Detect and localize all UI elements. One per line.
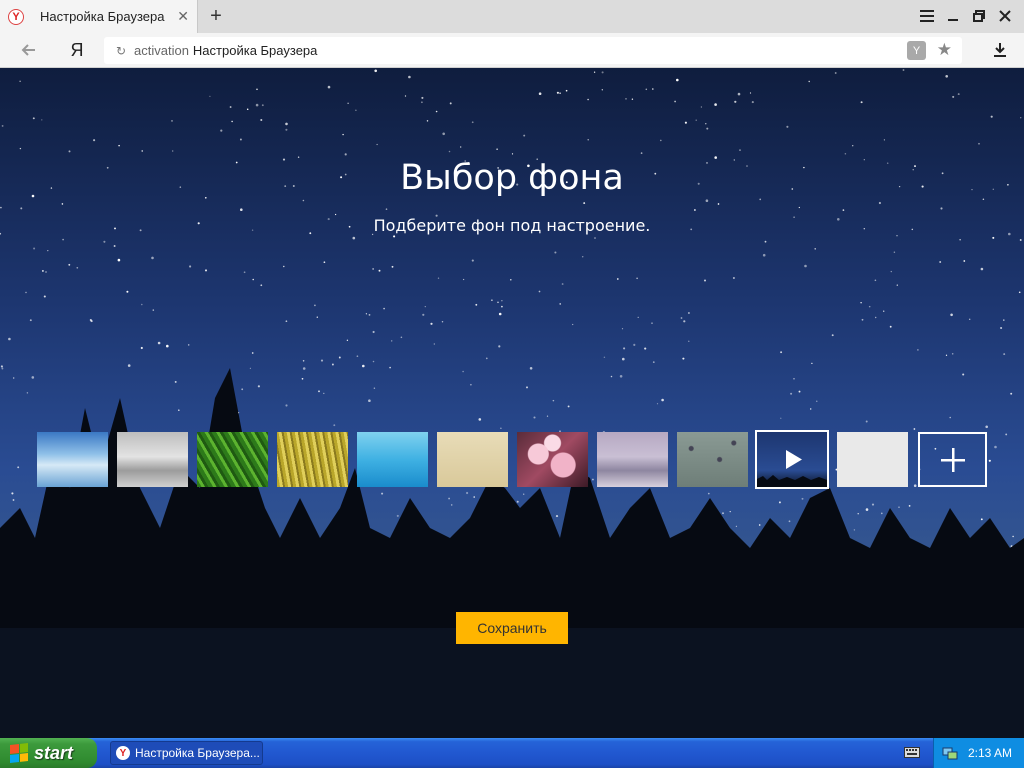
start-label: start [34,742,74,763]
add-custom-background-button[interactable] [918,432,987,487]
window-controls [914,4,1018,28]
thumbnail-fog[interactable] [117,432,188,487]
thumbnail-sky-clouds[interactable] [37,432,108,487]
thumbnail-blank-light[interactable] [837,432,908,487]
yandex-home-button[interactable]: Я [66,38,88,62]
thumbnail-green-grass[interactable] [197,432,268,487]
bookmark-star-icon[interactable]: ★ [937,40,952,60]
clock: 2:13 AM [968,746,1013,760]
new-tab-button[interactable]: + [205,3,227,29]
url-input[interactable]: ↻ activation Настройка Браузера Y ★ [104,37,962,64]
tab-active[interactable]: Y Настройка Браузера ✕ [0,0,198,33]
network-tray-icon[interactable] [942,745,958,761]
thumbnail-sand[interactable] [437,432,508,487]
restore-button[interactable] [966,4,992,28]
save-button[interactable]: Сохранить [456,612,568,644]
start-button[interactable]: start [0,738,97,768]
thumbnail-rain-drops[interactable] [677,432,748,487]
url-host: activation [134,43,189,58]
thumbnail-mountain[interactable] [597,432,668,487]
restore-icon [973,10,985,22]
minimize-icon [948,19,958,21]
reload-icon[interactable]: ↻ [114,44,128,58]
close-icon [999,10,1011,22]
taskbar-item-label: Настройка Браузера... [135,746,260,760]
thumbnail-cherry-blossom[interactable] [517,432,588,487]
download-icon [994,43,1006,57]
keyboard-layout-icon[interactable] [904,745,920,759]
protect-shield-icon[interactable]: Y [907,41,926,60]
plus-icon [940,447,965,472]
background-settings-page: Выбор фона Подберите фон под настроение. [0,68,1024,738]
page-subtitle: Подберите фон под настроение. [373,216,651,235]
hamburger-menu-icon [920,10,934,22]
yandex-browser-icon: Y [116,746,130,760]
downloads-button[interactable] [990,40,1010,60]
taskbar-browser-item[interactable]: Y Настройка Браузера... [110,741,263,765]
page-title: Выбор фона [400,158,624,198]
yandex-favicon-icon: Y [8,8,24,25]
thumbnail-night-sky-selected[interactable] [755,430,829,489]
tab-title: Настройка Браузера [40,9,165,24]
thumbnail-blue-sea[interactable] [357,432,428,487]
minimize-button[interactable] [940,4,966,28]
menu-button[interactable] [914,4,940,28]
system-tray: 2:13 AM [933,738,1024,768]
tab-close-icon[interactable]: ✕ [177,8,189,25]
back-button[interactable] [16,39,40,61]
play-icon [757,450,827,487]
back-arrow-icon [21,44,35,56]
thumbnail-yellow-field[interactable] [277,432,348,487]
windows-logo-icon [10,743,28,763]
url-page-title: Настройка Браузера [192,43,318,58]
close-window-button[interactable] [992,4,1018,28]
address-bar-row: Я ↻ activation Настройка Браузера Y ★ [0,33,1024,68]
tab-bar: Y Настройка Браузера ✕ + [0,0,1024,33]
taskbar: start Y Настройка Браузера... 2:13 AM [0,738,1024,768]
